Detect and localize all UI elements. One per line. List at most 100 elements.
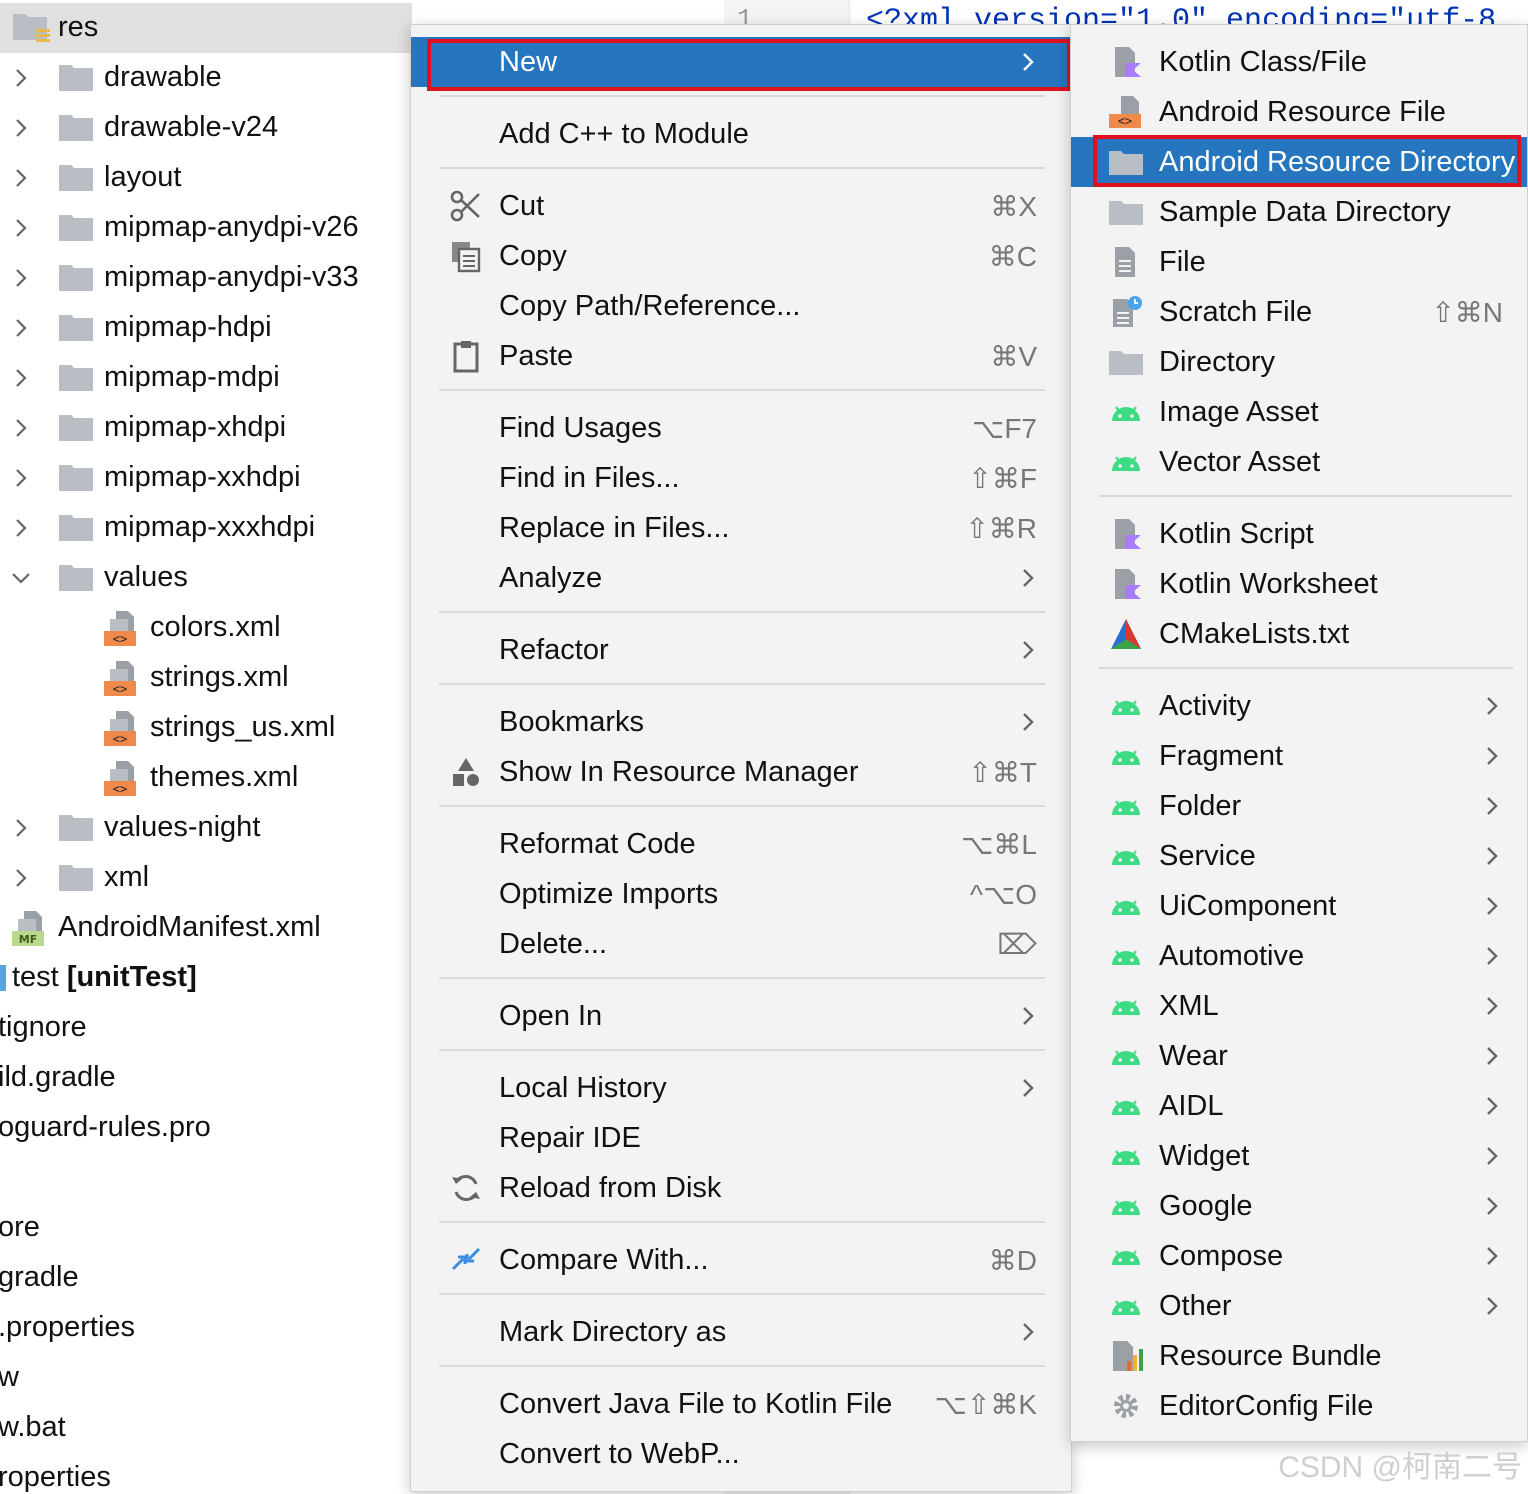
tree-item-label: drawable (104, 61, 222, 94)
menu-item-mark-directory-as[interactable]: Mark Directory as (411, 1307, 1071, 1357)
new-item-folder[interactable]: Folder (1071, 781, 1527, 831)
chevron-right-icon[interactable] (10, 467, 32, 489)
new-item-compose[interactable]: Compose (1071, 1231, 1527, 1281)
tree-row[interactable]: tignore (0, 1003, 412, 1053)
chevron-right-icon[interactable] (10, 517, 32, 539)
menu-item-add-c-to-module[interactable]: Add C++ to Module (411, 109, 1071, 159)
chevron-right-icon[interactable] (10, 217, 32, 239)
tree-row[interactable]: res (0, 3, 412, 53)
new-item-xml[interactable]: XML (1071, 981, 1527, 1031)
menu-item-shortcut: ⇧⌘N (1431, 297, 1503, 328)
menu-item-paste[interactable]: Paste ⌘V (411, 331, 1071, 381)
tree-row[interactable]: .properties (0, 1303, 412, 1353)
tree-row[interactable]: ore (0, 1203, 412, 1253)
new-item-uicomponent[interactable]: UiComponent (1071, 881, 1527, 931)
tree-row[interactable]: <> strings_us.xml (0, 703, 412, 753)
menu-item-copy[interactable]: Copy ⌘C (411, 231, 1071, 281)
tree-row[interactable]: mipmap-mdpi (0, 353, 412, 403)
menu-item-find-usages[interactable]: Find Usages ⌥F7 (411, 403, 1071, 453)
new-item-service[interactable]: Service (1071, 831, 1527, 881)
menu-item-delete[interactable]: Delete... ⌦ (411, 919, 1071, 969)
new-item-android-resource-file[interactable]: <> Android Resource File (1071, 87, 1527, 137)
new-item-resource-bundle[interactable]: Resource Bundle (1071, 1331, 1527, 1381)
menu-item-copy-path-reference[interactable]: Copy Path/Reference... (411, 281, 1071, 331)
chevron-right-icon[interactable] (10, 167, 32, 189)
menu-item-convert-java-file-to-kotlin-file[interactable]: Convert Java File to Kotlin File ⌥⇧⌘K (411, 1379, 1071, 1429)
tree-row[interactable]: mipmap-xxhdpi (0, 453, 412, 503)
tree-row[interactable]: mipmap-anydpi-v26 (0, 203, 412, 253)
tree-row[interactable]: mipmap-hdpi (0, 303, 412, 353)
new-item-kotlin-script[interactable]: Kotlin Script (1071, 509, 1527, 559)
tree-item-text: values-night (104, 811, 261, 843)
new-item-fragment[interactable]: Fragment (1071, 731, 1527, 781)
tree-row[interactable]: layout (0, 153, 412, 203)
menu-item-local-history[interactable]: Local History (411, 1063, 1071, 1113)
new-item-scratch-file[interactable]: Scratch File ⇧⌘N (1071, 287, 1527, 337)
new-item-google[interactable]: Google (1071, 1181, 1527, 1231)
new-item-other[interactable]: Other (1071, 1281, 1527, 1331)
chevron-right-icon[interactable] (10, 417, 32, 439)
tree-row[interactable]: MF AndroidManifest.xml (0, 903, 412, 953)
tree-row[interactable]: values-night (0, 803, 412, 853)
tree-row[interactable]: w.bat (0, 1403, 412, 1453)
new-item-file[interactable]: File (1071, 237, 1527, 287)
new-item-editorconfig-file[interactable]: EditorConfig File (1071, 1381, 1527, 1431)
chevron-right-icon[interactable] (10, 317, 32, 339)
tree-row[interactable]: oguard-rules.pro (0, 1103, 412, 1153)
tree-row[interactable]: test [unitTest] (0, 953, 412, 1003)
menu-item-open-in[interactable]: Open In (411, 991, 1071, 1041)
menu-item-repair-ide[interactable]: Repair IDE (411, 1113, 1071, 1163)
tree-row[interactable]: mipmap-xxxhdpi (0, 503, 412, 553)
menu-item-reload-from-disk[interactable]: Reload from Disk (411, 1163, 1071, 1213)
chevron-right-icon[interactable] (10, 267, 32, 289)
new-item-sample-data-directory[interactable]: Sample Data Directory (1071, 187, 1527, 237)
tree-row[interactable]: ild.gradle (0, 1053, 412, 1103)
menu-item-label: Local History (499, 1072, 667, 1104)
tree-row[interactable]: mipmap-xhdpi (0, 403, 412, 453)
tree-row[interactable]: xml (0, 853, 412, 903)
menu-item-refactor[interactable]: Refactor (411, 625, 1071, 675)
menu-item-analyze[interactable]: Analyze (411, 553, 1071, 603)
new-item-kotlin-class-file[interactable]: Kotlin Class/File (1071, 37, 1527, 87)
tree-row[interactable]: w (0, 1353, 412, 1403)
new-item-kotlin-worksheet[interactable]: Kotlin Worksheet (1071, 559, 1527, 609)
new-item-directory[interactable]: Directory (1071, 337, 1527, 387)
menu-item-bookmarks[interactable]: Bookmarks (411, 697, 1071, 747)
menu-item-optimize-imports[interactable]: Optimize Imports ^⌥O (411, 869, 1071, 919)
tree-row[interactable]: values (0, 553, 412, 603)
new-item-image-asset[interactable]: Image Asset (1071, 387, 1527, 437)
chevron-down-icon[interactable] (10, 567, 32, 589)
new-item-widget[interactable]: Widget (1071, 1131, 1527, 1181)
chevron-right-icon[interactable] (10, 817, 32, 839)
file-icon (1109, 245, 1143, 279)
menu-item-reformat-code[interactable]: Reformat Code ⌥⌘L (411, 819, 1071, 869)
menu-item-replace-in-files[interactable]: Replace in Files... ⇧⌘R (411, 503, 1071, 553)
tree-row[interactable]: drawable-v24 (0, 103, 412, 153)
chevron-right-icon[interactable] (10, 367, 32, 389)
menu-item-convert-to-webp[interactable]: Convert to WebP... (411, 1429, 1071, 1479)
tree-row[interactable]: drawable (0, 53, 412, 103)
new-item-cmakelists-txt[interactable]: CMakeLists.txt (1071, 609, 1527, 659)
tree-row[interactable]: <> colors.xml (0, 603, 412, 653)
menu-item-shortcut: ⌦ (997, 929, 1037, 960)
menu-separator (439, 95, 1045, 97)
chevron-right-icon[interactable] (10, 117, 32, 139)
chevron-right-icon[interactable] (10, 67, 32, 89)
new-item-aidl[interactable]: AIDL (1071, 1081, 1527, 1131)
tree-row[interactable]: <> themes.xml (0, 753, 412, 803)
tree-row[interactable]: roperties (0, 1453, 412, 1494)
menu-item-compare-with[interactable]: Compare With... ⌘D (411, 1235, 1071, 1285)
tree-row[interactable]: mipmap-anydpi-v33 (0, 253, 412, 303)
tree-row[interactable]: gradle (0, 1253, 412, 1303)
chevron-right-icon[interactable] (10, 867, 32, 889)
menu-item-find-in-files[interactable]: Find in Files... ⇧⌘F (411, 453, 1071, 503)
tree-row[interactable] (0, 1153, 412, 1203)
new-item-wear[interactable]: Wear (1071, 1031, 1527, 1081)
new-item-vector-asset[interactable]: Vector Asset (1071, 437, 1527, 487)
new-item-activity[interactable]: Activity (1071, 681, 1527, 731)
menu-item-show-in-resource-manager[interactable]: Show In Resource Manager ⇧⌘T (411, 747, 1071, 797)
new-item-automotive[interactable]: Automotive (1071, 931, 1527, 981)
menu-item-cut[interactable]: Cut ⌘X (411, 181, 1071, 231)
tree-row[interactable]: <> strings.xml (0, 653, 412, 703)
resource-bundle-icon (1109, 1339, 1143, 1373)
